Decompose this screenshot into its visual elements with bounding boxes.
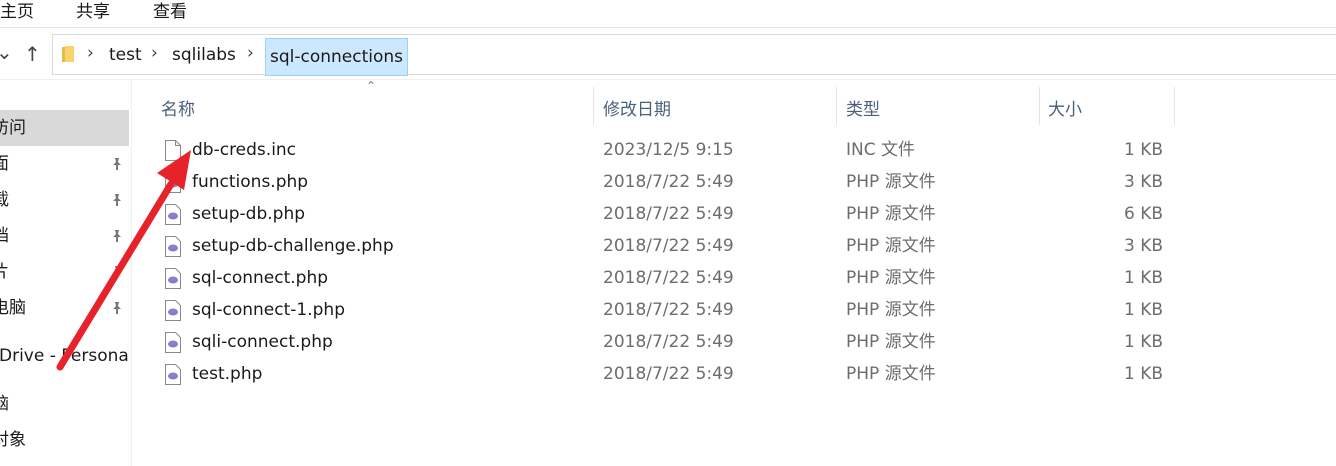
up-arrow-icon[interactable]: ↑ (24, 42, 41, 66)
generic-file-icon (165, 140, 181, 161)
breadcrumb-separator[interactable]: › (151, 43, 158, 63)
file-size: 1 KB (1123, 140, 1163, 160)
column-header-date[interactable]: 修改日期 (603, 95, 671, 120)
file-row[interactable]: setup-db-challenge.php 2018/7/22 5:49 PH… (156, 231, 1171, 263)
file-date: 2018/7/22 5:49 (603, 172, 734, 192)
php-file-icon (165, 204, 181, 225)
file-size: 1 KB (1123, 364, 1163, 384)
column-header-name[interactable]: 名称 (161, 95, 195, 120)
sidebar-item-label: Drive - Personal (0, 346, 129, 366)
php-file-icon (165, 300, 181, 321)
php-file-icon (165, 364, 181, 385)
sidebar-item-label: 片 (0, 254, 9, 290)
file-type: INC 文件 (846, 140, 916, 160)
sidebar-item-this-pc[interactable]: 脑 (0, 386, 129, 422)
column-header-size[interactable]: 大小 (1048, 95, 1082, 120)
sidebar-item-label: 载 (0, 182, 9, 218)
sidebar-item-label: 面 (0, 146, 9, 182)
ribbon: 主页 共享 查看 (0, 0, 1336, 28)
address-bar-row: ⌄ ↑ › test › sqlilabs › sql-connections (0, 28, 1336, 80)
pin-icon (110, 290, 124, 326)
file-size: 3 KB (1123, 236, 1163, 256)
sidebar-item-label: 对象 (0, 430, 26, 450)
file-row[interactable]: sql-connect.php 2018/7/22 5:49 PHP 源文件 1… (156, 263, 1171, 295)
file-type: PHP 源文件 (846, 172, 936, 192)
file-size: 6 KB (1123, 204, 1163, 224)
file-name: setup-db-challenge.php (192, 236, 394, 256)
tab-home[interactable]: 主页 (0, 0, 34, 22)
column-header-row: ⌃ 名称 修改日期 类型 大小 (131, 79, 1336, 129)
file-date: 2018/7/22 5:49 (603, 236, 734, 256)
file-size: 1 KB (1123, 332, 1163, 352)
sidebar-item-3d-objects[interactable]: 对象 (0, 422, 129, 458)
sidebar-item-onedrive[interactable]: Drive - Personal (0, 338, 129, 374)
pin-icon (110, 254, 124, 290)
breadcrumb-item-sql-connections[interactable]: sql-connections (265, 38, 409, 76)
sidebar-item-desktop[interactable]: 面 (0, 146, 129, 182)
file-name: sqli-connect.php (192, 332, 333, 352)
sidebar-item-this-pc-pinned[interactable]: 电脑 (0, 290, 129, 326)
file-row[interactable]: test.php 2018/7/22 5:49 PHP 源文件 1 KB (156, 359, 1171, 391)
php-file-icon (165, 332, 181, 353)
tab-share[interactable]: 共享 (76, 0, 110, 22)
column-divider[interactable] (836, 87, 837, 125)
breadcrumb-separator[interactable]: › (247, 43, 254, 63)
file-type: PHP 源文件 (846, 236, 936, 256)
sidebar-item-label: 电脑 (0, 298, 26, 318)
file-date: 2018/7/22 5:49 (603, 364, 734, 384)
sidebar-item-documents[interactable]: 档 (0, 218, 129, 254)
column-divider[interactable] (1174, 87, 1175, 125)
file-row[interactable]: sql-connect-1.php 2018/7/22 5:49 PHP 源文件… (156, 295, 1171, 327)
navigation-pane: 访问 面 载 档 片 电脑 Drive - Personal 脑 对象 (0, 79, 132, 466)
sidebar-item-downloads[interactable]: 载 (0, 182, 129, 218)
tab-view[interactable]: 查看 (153, 0, 187, 22)
address-box[interactable]: › test › sqlilabs › sql-connections (52, 34, 1336, 76)
file-row[interactable]: db-creds.inc 2023/12/5 9:15 INC 文件 1 KB (156, 135, 1171, 167)
file-date: 2018/7/22 5:49 (603, 300, 734, 320)
file-size: 1 KB (1123, 268, 1163, 288)
folder-icon (62, 46, 74, 62)
file-name: setup-db.php (192, 204, 306, 224)
sidebar-item-quick-access[interactable]: 访问 (0, 110, 129, 146)
file-size: 1 KB (1123, 300, 1163, 320)
file-type: PHP 源文件 (846, 300, 936, 320)
sidebar-item-pictures[interactable]: 片 (0, 254, 129, 290)
file-row[interactable]: sqli-connect.php 2018/7/22 5:49 PHP 源文件 … (156, 327, 1171, 359)
column-header-type[interactable]: 类型 (846, 95, 880, 120)
file-type: PHP 源文件 (846, 364, 936, 384)
sidebar-item-label: 脑 (0, 386, 9, 422)
pin-icon (110, 146, 124, 182)
file-type: PHP 源文件 (846, 204, 936, 224)
file-name: db-creds.inc (192, 140, 297, 160)
php-file-icon (165, 236, 181, 257)
pin-icon (110, 182, 124, 218)
file-row[interactable]: functions.php 2018/7/22 5:49 PHP 源文件 3 K… (156, 167, 1171, 199)
file-date: 2023/12/5 9:15 (603, 140, 734, 160)
sidebar-item-label: 访问 (0, 118, 26, 138)
php-file-icon (165, 268, 181, 289)
breadcrumb-item-test[interactable]: test (109, 44, 142, 66)
sort-ascending-icon: ⌃ (366, 79, 377, 93)
file-name: test.php (192, 364, 263, 384)
column-divider[interactable] (593, 87, 594, 125)
breadcrumb-separator[interactable]: › (87, 43, 94, 63)
file-date: 2018/7/22 5:49 (603, 332, 734, 352)
file-row[interactable]: setup-db.php 2018/7/22 5:49 PHP 源文件 6 KB (156, 199, 1171, 231)
file-name: sql-connect.php (192, 268, 329, 288)
file-name: sql-connect-1.php (192, 300, 345, 320)
php-file-icon (165, 172, 181, 193)
column-divider[interactable] (1039, 87, 1040, 125)
breadcrumb-item-sqlilabs[interactable]: sqlilabs (172, 44, 236, 66)
chevron-down-icon[interactable]: ⌄ (0, 40, 13, 64)
file-date: 2018/7/22 5:49 (603, 204, 734, 224)
file-type: PHP 源文件 (846, 332, 936, 352)
file-date: 2018/7/22 5:49 (603, 268, 734, 288)
sidebar-item-label: 档 (0, 218, 9, 254)
file-name: functions.php (192, 172, 309, 192)
file-size: 3 KB (1123, 172, 1163, 192)
file-type: PHP 源文件 (846, 268, 936, 288)
pin-icon (110, 218, 124, 254)
